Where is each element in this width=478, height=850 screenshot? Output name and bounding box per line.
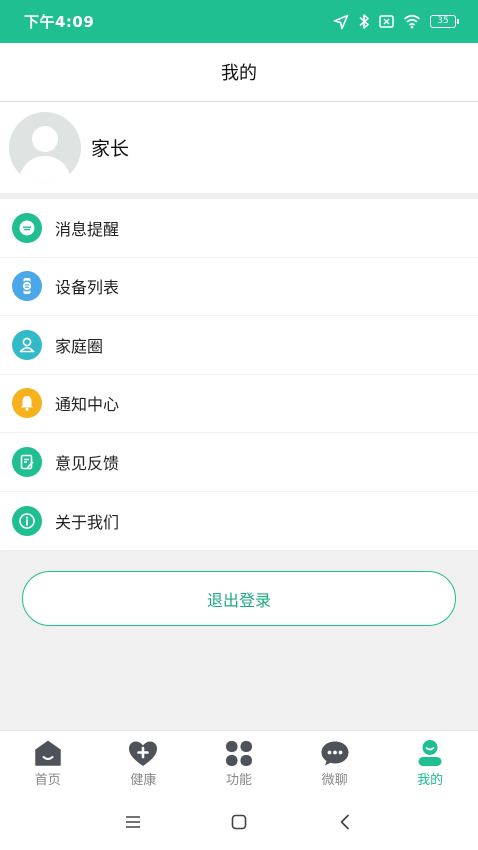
menu-item-label: 设备列表 [55,278,120,298]
tab-functions[interactable]: 功能 [191,731,287,793]
menu-item-devices[interactable]: 设备列表 [0,258,478,316]
system-nav-bar [0,793,478,850]
menu-item-label: 意见反馈 [55,453,120,473]
tab-label: 微聊 [321,773,348,788]
tab-label: 功能 [225,773,252,788]
logout-button[interactable]: 退出登录 [22,571,456,626]
battery-icon: 35 [430,15,459,28]
tab-label: 我的 [417,773,444,788]
tab-health[interactable]: 健康 [96,731,192,793]
feedback-icon [12,446,42,477]
tab-profile[interactable]: 我的 [382,731,478,793]
chat-icon [320,739,350,767]
page-title: 我的 [221,63,257,84]
tab-home[interactable]: 首页 [0,731,96,793]
tab-chat[interactable]: 微聊 [287,731,383,793]
bell-icon [12,388,42,419]
title-bar: 我的 [0,43,478,102]
back-nav-icon[interactable] [325,802,365,842]
avatar[interactable] [9,111,81,184]
location-icon [333,14,349,30]
menu-item-label: 关于我们 [55,512,120,532]
no-sim-icon [379,14,394,29]
profile-name: 家长 [91,138,130,160]
menu-item-label: 通知中心 [55,395,120,415]
avatar-head [32,125,58,152]
menu-item-about-us[interactable]: 关于我们 [0,492,478,551]
menu-item-notification-center[interactable]: 通知中心 [0,375,478,433]
tab-label: 健康 [130,773,157,788]
family-icon [12,329,42,360]
profile-icon [415,739,445,767]
menu-nav-icon[interactable] [113,802,153,842]
status-bar: 下午4:09 35 [0,0,478,43]
menu-item-feedback[interactable]: 意见反馈 [0,433,478,492]
menu-item-messages[interactable]: 消息提醒 [0,199,478,258]
info-icon [12,505,42,536]
home-icon [33,739,63,767]
tab-label: 首页 [34,773,61,788]
home-nav-icon[interactable] [219,802,259,842]
profile-card[interactable]: 家长 [0,102,478,193]
health-icon [128,739,158,767]
status-time: 下午4:09 [24,13,95,31]
wifi-icon [403,14,421,29]
functions-icon [224,739,254,767]
menu-item-label: 家庭圈 [55,336,104,356]
menu-item-label: 消息提醒 [55,219,120,239]
watch-icon [12,271,42,302]
message-icon [12,212,42,243]
status-icons: 35 [333,13,459,30]
avatar-body [19,155,71,184]
bluetooth-icon [358,13,370,30]
menu-item-family-circle[interactable]: 家庭圈 [0,316,478,375]
tab-bar: 首页 健康 功能 微聊 我的 [0,730,478,793]
menu-list: 消息提醒 设备列表 家庭圈 通知中心 意见反馈 关于我们 [0,199,478,550]
